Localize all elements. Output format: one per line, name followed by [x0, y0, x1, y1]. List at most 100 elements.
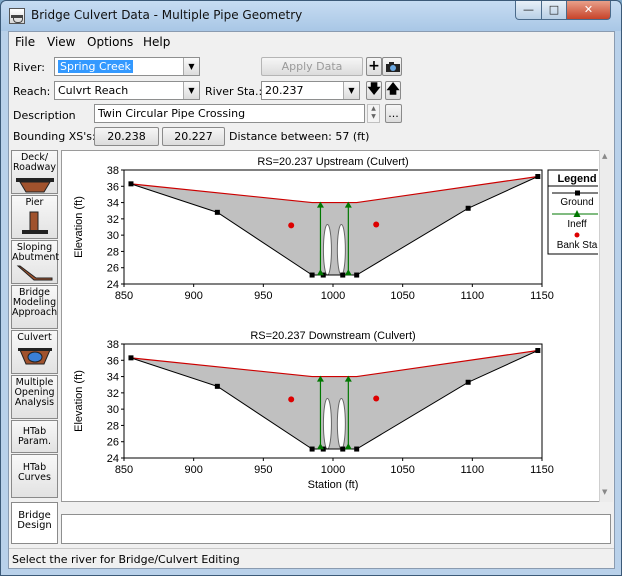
river-sta-select[interactable]: 20.237 ▼ [261, 81, 360, 100]
culvert-opening [322, 224, 332, 276]
menu-view[interactable]: View [47, 35, 75, 49]
y-tick-label: 36 [107, 355, 119, 367]
culvert-opening [322, 398, 332, 450]
apply-data-button[interactable]: Apply Data [261, 57, 363, 76]
legend-ground-marker [575, 190, 580, 196]
flow-area-fill [130, 176, 538, 276]
chevron-down-icon[interactable]: ▼ [183, 82, 199, 99]
minimize-button[interactable]: — [515, 1, 542, 20]
sloping-abutment-label: Sloping Abutment [12, 242, 60, 263]
ground-point [309, 272, 315, 278]
deck-roadway-label: Deck/ Roadway [12, 152, 57, 173]
culvert-icon [17, 348, 52, 365]
x-tick-label: 850 [115, 290, 133, 302]
ground-point [128, 355, 134, 361]
ground-point [309, 446, 315, 452]
x-tick-label: 900 [184, 290, 202, 302]
ground-point [340, 446, 346, 452]
bank-station-point [288, 222, 295, 229]
culvert-opening [336, 224, 346, 276]
sloping-abutment-icon [16, 265, 52, 281]
culvert-button[interactable]: Culvert [11, 330, 58, 374]
ground-point [214, 209, 220, 215]
bounding-downstream-button[interactable]: 20.227 [162, 127, 225, 146]
ground-point [465, 205, 471, 211]
chevron-down-icon[interactable]: ▼ [343, 82, 359, 99]
arrow-up-icon[interactable]: 🡅 [385, 81, 401, 100]
y-tick-label: 32 [107, 214, 119, 226]
y-tick-label: 28 [107, 246, 119, 258]
y-axis-label: Elevation (ft) [73, 370, 85, 432]
x-tick-label: 950 [254, 290, 272, 302]
bridge-design-text[interactable] [61, 514, 611, 544]
scroll-up-arrow-icon[interactable]: ▲ [602, 152, 611, 161]
htab-curves-button[interactable]: HTab Curves [11, 454, 58, 498]
bridge-design-button[interactable]: Bridge Design [11, 502, 58, 544]
bounding-xs-label: Bounding XS's: [13, 130, 96, 143]
y-tick-label: 34 [107, 372, 119, 384]
legend-item-ineff: Ineff [567, 219, 586, 230]
menu-file[interactable]: File [15, 35, 35, 49]
plot-panel: RS=20.237 Upstream (Culvert) Elevation (f… [61, 150, 611, 502]
x-tick-label: 850 [115, 464, 133, 476]
river-label: River: [13, 61, 46, 74]
menu-bar: File View Options Help [9, 32, 614, 52]
deck-roadway-icon [15, 178, 54, 193]
arrow-down-icon[interactable]: 🡇 [366, 81, 382, 100]
chevron-down-icon[interactable]: ▼ [183, 58, 199, 75]
camera-icon[interactable] [382, 57, 402, 76]
x-tick-label: 900 [184, 464, 202, 476]
cross-section-plots: RS=20.237 Upstream (Culvert) Elevation (f… [73, 156, 607, 491]
close-button[interactable]: ✕ [566, 1, 611, 20]
menu-options[interactable]: Options [87, 35, 133, 49]
y-tick-label: 36 [107, 181, 119, 193]
bank-station-point [288, 396, 295, 403]
window-title: Bridge Culvert Data - Multiple Pipe Geom… [31, 8, 303, 22]
description-label: Description [13, 109, 76, 122]
bridge-app-icon [9, 8, 25, 24]
chart-title: RS=20.237 Upstream (Culvert) [257, 156, 408, 168]
y-tick-label: 26 [107, 437, 119, 449]
bounding-upstream-button[interactable]: 20.238 [94, 127, 159, 146]
description-field[interactable]: Twin Circular Pipe Crossing [94, 104, 365, 123]
river-sta-label: River Sta.: [205, 85, 263, 98]
sloping-abutment-button[interactable]: Sloping Abutment [11, 240, 60, 284]
maximize-button[interactable]: □ [541, 1, 567, 20]
x-tick-label: 1150 [530, 464, 554, 476]
river-select[interactable]: Spring Creek ▼ [54, 57, 200, 76]
y-axis-label: Elevation (ft) [73, 196, 85, 258]
pier-button[interactable]: Pier [11, 195, 58, 239]
chart-title: RS=20.237 Downstream (Culvert) [250, 330, 415, 342]
legend-item-ground: Ground [560, 197, 593, 208]
scroll-down-arrow-icon[interactable]: ▼ [602, 488, 611, 497]
camera-icon-shape [386, 62, 400, 72]
pier-icon [21, 211, 48, 234]
ground-point [354, 446, 360, 452]
reach-select[interactable]: Culvrt Reach ▼ [54, 81, 200, 100]
browse-button[interactable]: ... [385, 104, 402, 123]
client-area: File View Options Help River: Spring Cre… [8, 31, 615, 569]
htab-param-button[interactable]: HTab Param. [11, 420, 58, 453]
x-tick-label: 950 [254, 464, 272, 476]
status-bar: Select the river for Bridge/Culvert Edit… [9, 548, 614, 568]
x-tick-label: 1150 [530, 290, 554, 302]
ground-point [340, 272, 346, 278]
menu-help[interactable]: Help [143, 35, 170, 49]
reach-select-value: Culvrt Reach [58, 84, 129, 97]
ground-point [354, 272, 360, 278]
deck-roadway-button[interactable]: Deck/ Roadway [11, 150, 58, 194]
x-tick-label: 1050 [390, 464, 414, 476]
description-value: Twin Circular Pipe Crossing [98, 107, 246, 120]
add-plus-icon[interactable]: + [366, 57, 382, 76]
title-bar: Bridge Culvert Data - Multiple Pipe Geom… [1, 1, 621, 31]
y-tick-label: 32 [107, 388, 119, 400]
bridge-modeling-approach-button[interactable]: Bridge Modeling Approach [11, 285, 58, 329]
multiple-opening-analysis-button[interactable]: Multiple Opening Analysis [11, 375, 58, 419]
river-sta-value: 20.237 [265, 84, 304, 97]
description-spin[interactable]: ▲ ▼ [367, 104, 380, 123]
y-tick-label: 34 [107, 198, 119, 210]
y-tick-label: 38 [107, 165, 119, 177]
plot-scrollbar[interactable]: ▲ ▼ [599, 150, 613, 502]
legend-title: Legend [557, 173, 596, 185]
x-tick-label: 1000 [321, 290, 345, 302]
